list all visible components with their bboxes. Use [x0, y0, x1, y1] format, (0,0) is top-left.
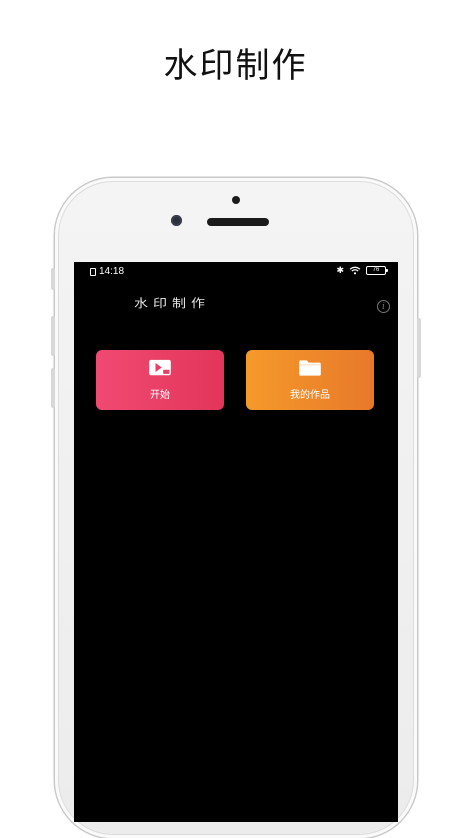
- wifi-icon: [349, 266, 361, 274]
- battery-level: 76: [372, 267, 380, 273]
- sim-icon: [90, 267, 96, 276]
- status-time: 14:18: [99, 266, 125, 277]
- my-works-button-label: 我的作品: [290, 390, 330, 401]
- status-bar: 14:18 ✱ 76: [74, 262, 398, 280]
- folder-icon: [299, 360, 321, 376]
- phone-screen: 14:18 ✱ 76 水印制作 i 开始 我的作品: [74, 262, 398, 822]
- my-works-button[interactable]: 我的作品: [246, 350, 374, 410]
- power-button: [417, 318, 421, 378]
- video-icon: [149, 359, 171, 376]
- info-icon[interactable]: i: [377, 300, 390, 313]
- phone-frame: 14:18 ✱ 76 水印制作 i 开始 我的作品: [51, 178, 421, 838]
- earpiece-speaker: [207, 218, 269, 226]
- silent-switch: [51, 268, 55, 290]
- volume-up-button: [51, 316, 55, 356]
- proximity-sensor: [232, 196, 240, 204]
- app-title: 水印制作: [134, 297, 210, 311]
- promo-title: 水印制作: [163, 46, 308, 86]
- front-camera: [171, 215, 182, 226]
- start-button-label: 开始: [150, 390, 170, 401]
- start-button[interactable]: 开始: [96, 350, 224, 410]
- bluetooth-icon: ✱: [336, 265, 344, 275]
- volume-down-button: [51, 368, 55, 408]
- battery-icon: 76: [366, 265, 388, 275]
